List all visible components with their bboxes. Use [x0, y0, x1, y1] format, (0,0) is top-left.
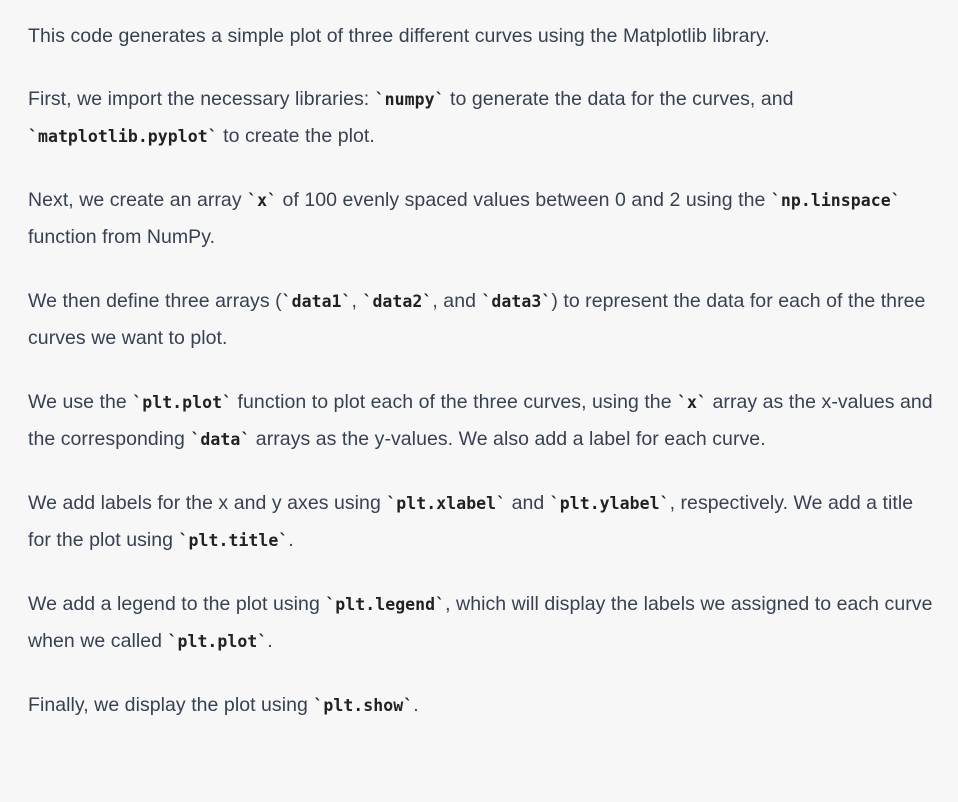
- paragraph-text: to generate the data for the curves, and: [444, 88, 794, 110]
- inline-code: `matplotlib.pyplot`: [28, 127, 218, 146]
- paragraph-text: We use the: [28, 391, 133, 413]
- inline-code: `data`: [190, 430, 251, 449]
- paragraph-text: This code generates a simple plot of thr…: [28, 25, 770, 47]
- paragraph-text: to create the plot.: [217, 125, 375, 147]
- paragraph-text: function from NumPy.: [28, 226, 216, 248]
- paragraph-plot-call: We use the `plt.plot` function to plot e…: [28, 384, 938, 458]
- paragraph-text: .: [267, 630, 273, 652]
- inline-code: `data3`: [481, 292, 552, 311]
- paragraph-text: We add a legend to the plot using: [28, 593, 326, 615]
- paragraph-text: ,: [351, 290, 363, 312]
- paragraph-text: We then define three arrays (: [28, 290, 282, 312]
- paragraph-imports: First, we import the necessary libraries…: [28, 81, 938, 155]
- paragraph-text: function to plot each of the three curve…: [232, 391, 678, 413]
- inline-code: `data1`: [281, 292, 352, 311]
- paragraph-text: .: [288, 529, 294, 551]
- paragraph-text: arrays as the y-values. We also add a la…: [250, 428, 766, 450]
- paragraph-linspace: Next, we create an array `x` of 100 even…: [28, 182, 938, 256]
- inline-code: `plt.show`: [313, 696, 414, 715]
- inline-code: `plt.xlabel`: [386, 494, 507, 513]
- paragraph-legend: We add a legend to the plot using `plt.l…: [28, 586, 938, 660]
- inline-code: `plt.plot`: [167, 632, 268, 651]
- paragraph-data-arrays: We then define three arrays (`data1`, `d…: [28, 283, 938, 357]
- paragraph-text: , and: [432, 290, 482, 312]
- inline-code: `plt.ylabel`: [549, 494, 670, 513]
- inline-code: `x`: [677, 393, 708, 412]
- inline-code: `data2`: [362, 292, 433, 311]
- paragraph-text: Finally, we display the plot using: [28, 694, 314, 716]
- inline-code: `plt.plot`: [132, 393, 233, 412]
- paragraph-text: and: [506, 492, 550, 514]
- paragraph-show: Finally, we display the plot using `plt.…: [28, 687, 938, 724]
- inline-code: `x`: [247, 191, 278, 210]
- paragraph-text: .: [413, 694, 419, 716]
- paragraph-text: We add labels for the x and y axes using: [28, 492, 387, 514]
- paragraph-intro: This code generates a simple plot of thr…: [28, 18, 938, 55]
- assistant-message: This code generates a simple plot of thr…: [28, 18, 938, 751]
- paragraph-text: of 100 evenly spaced values between 0 an…: [277, 189, 771, 211]
- paragraph-text: Next, we create an array: [28, 189, 248, 211]
- inline-code: `plt.legend`: [325, 595, 446, 614]
- inline-code: `numpy`: [374, 90, 445, 109]
- inline-code: `np.linspace`: [770, 191, 901, 210]
- paragraph-text: First, we import the necessary libraries…: [28, 88, 375, 110]
- paragraph-axis-labels: We add labels for the x and y axes using…: [28, 485, 938, 559]
- inline-code: `plt.title`: [178, 531, 289, 550]
